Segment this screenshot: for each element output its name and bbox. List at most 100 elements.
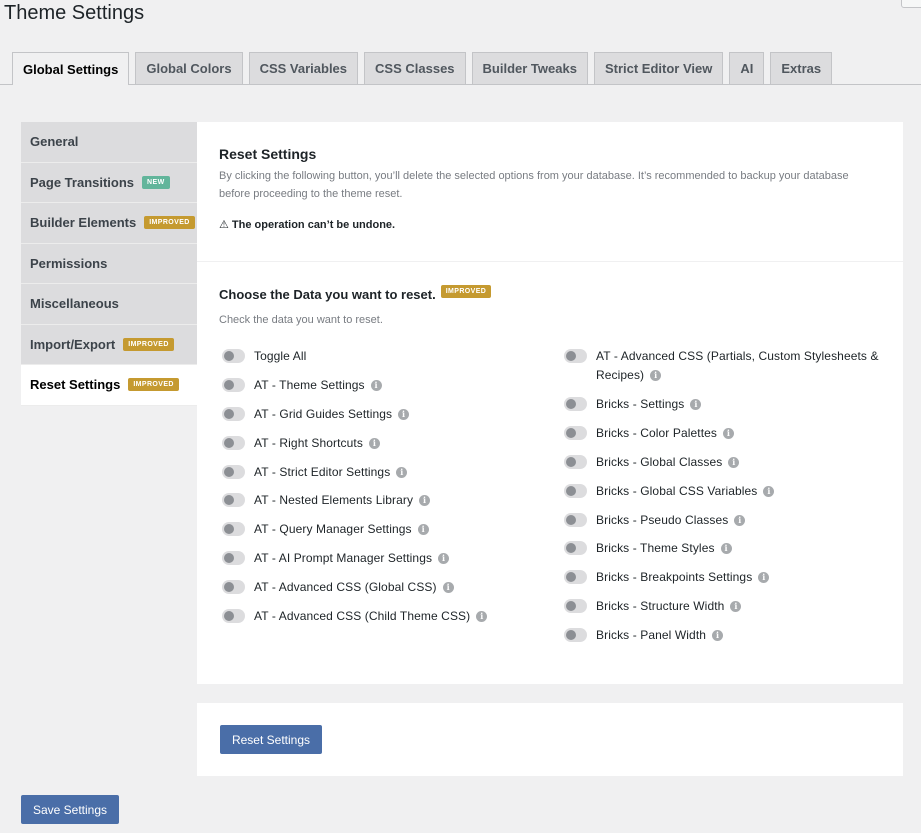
option-label-wrap: Bricks - Global CSS Variables i	[596, 482, 775, 501]
info-icon[interactable]: i	[734, 514, 746, 526]
save-settings-button[interactable]: Save Settings	[21, 795, 119, 824]
toggle-switch[interactable]	[564, 483, 587, 498]
info-icon[interactable]: i	[730, 601, 742, 613]
toggle-switch[interactable]	[222, 464, 245, 479]
toggle-switch[interactable]	[564, 570, 587, 585]
toggle-switch[interactable]	[222, 493, 245, 508]
tab-css-classes[interactable]: CSS Classes	[364, 52, 466, 84]
option-label-wrap: Bricks - Theme Styles i	[596, 539, 732, 558]
options-column-left: Toggle All AT - Theme Settings i AT - Grid …	[222, 349, 488, 638]
option-label-wrap: Bricks - Breakpoints Settings i	[596, 568, 770, 587]
option-label: Toggle All	[254, 349, 307, 363]
toggle-switch[interactable]	[222, 580, 245, 595]
option-label: Bricks - Color Palettes	[596, 425, 717, 440]
toggle-switch[interactable]	[222, 551, 245, 566]
option-label-wrap: AT - Grid Guides Settings i	[254, 405, 410, 424]
choose-subtitle: Check the data you want to reset.	[219, 314, 383, 326]
info-icon[interactable]: i	[723, 427, 734, 439]
toggle-switch[interactable]	[564, 541, 587, 556]
info-icon[interactable]: i	[398, 408, 410, 420]
toggle-switch[interactable]	[564, 512, 587, 527]
reset-title: Reset Settings	[219, 146, 317, 162]
toggle-switch[interactable]	[222, 377, 245, 392]
sidebar-item-miscellaneous[interactable]: Miscellaneous	[21, 284, 197, 325]
toggle-switch[interactable]	[564, 349, 587, 363]
reset-settings-button[interactable]: Reset Settings	[220, 725, 322, 754]
option-label: AT - Theme Settings	[254, 377, 365, 392]
toggle-switch[interactable]	[564, 599, 587, 614]
option-label: AT - Grid Guides Settings	[254, 406, 393, 421]
sidebar-item-import-export[interactable]: Import/Export IMPROVED	[21, 324, 197, 365]
reset-options-panel: Choose the Data you want to reset. IMPRO…	[197, 262, 903, 684]
tab-ai[interactable]: AI	[729, 52, 765, 84]
tab-global-settings[interactable]: Global Settings	[12, 52, 130, 85]
screen-options-toggle[interactable]	[901, 0, 921, 8]
option-label: Bricks - Breakpoints Settings	[596, 570, 753, 585]
toggle-switch[interactable]	[564, 397, 587, 411]
reset-option-row: Bricks - Structure Width i	[564, 599, 903, 628]
info-icon[interactable]: i	[438, 553, 450, 565]
option-label-wrap: AT - Advanced CSS (Global CSS) i	[254, 578, 454, 597]
option-label-wrap: Bricks - Global Classes i	[596, 453, 740, 472]
sidebar-item-label: Page Transitions	[30, 174, 135, 190]
info-icon[interactable]: i	[690, 399, 702, 410]
reset-option-row: Bricks - Breakpoints Settings i	[564, 570, 903, 599]
info-icon[interactable]: i	[763, 485, 775, 497]
sidebar-item-builder-elements[interactable]: Builder Elements IMPROVED	[21, 203, 197, 244]
info-icon[interactable]: i	[419, 495, 431, 507]
tab-extras[interactable]: Extras	[770, 52, 833, 84]
info-icon[interactable]: i	[758, 572, 770, 584]
tab-css-variables[interactable]: CSS Variables	[248, 52, 359, 84]
reset-option-row: AT - Right Shortcuts i	[222, 435, 487, 465]
sidebar-item-permissions[interactable]: Permissions	[21, 243, 197, 284]
option-label: Bricks - Pseudo Classes	[596, 512, 729, 527]
option-label-wrap: AT - Advanced CSS (Child Theme CSS) i	[254, 607, 488, 626]
info-icon[interactable]: i	[368, 437, 380, 449]
info-icon[interactable]: i	[476, 611, 488, 623]
tab-strict-editor-view[interactable]: Strict Editor View	[593, 52, 724, 84]
sidebar-item-reset-settings[interactable]: Reset Settings IMPROVED	[21, 365, 197, 406]
option-label: Bricks - Global Classes	[596, 454, 723, 469]
sidebar-item-label: Miscellaneous	[30, 296, 119, 312]
sidebar-item-label: Permissions	[30, 255, 108, 271]
sidebar-item-general[interactable]: General	[21, 122, 197, 163]
tab-global-colors[interactable]: Global Colors	[135, 52, 243, 84]
info-icon[interactable]: i	[728, 456, 740, 468]
options-column-right: AT - Advanced CSS (Partials, Custom Styl…	[564, 349, 903, 657]
new-badge: NEW	[142, 175, 170, 189]
toggle-switch[interactable]	[222, 406, 245, 421]
toggle-switch[interactable]	[222, 522, 245, 537]
reset-option-row: AT - Advanced CSS (Child Theme CSS) i	[222, 607, 488, 638]
reset-description: By clicking the following button, you’ll…	[219, 170, 849, 200]
tab-builder-tweaks[interactable]: Builder Tweaks	[471, 52, 588, 84]
reset-option-row: AT - Advanced CSS (Partials, Custom Styl…	[564, 349, 903, 397]
sidebar-item-page-transitions[interactable]: Page Transitions NEW	[21, 162, 197, 203]
reset-option-row: AT - Theme Settings i	[222, 377, 487, 407]
option-label: AT - Advanced CSS (Partials, Custom Styl…	[596, 349, 879, 382]
option-label-wrap: AT - Strict Editor Settings i	[254, 463, 408, 482]
toggle-switch[interactable]	[564, 425, 587, 440]
info-icon[interactable]: i	[442, 582, 454, 594]
info-icon[interactable]: i	[650, 370, 662, 381]
improved-badge: IMPROVED	[128, 378, 179, 392]
reset-option-row: AT - Grid Guides Settings i	[222, 405, 487, 436]
option-label: AT - Advanced CSS (Global CSS)	[254, 580, 437, 595]
option-label: AT - Strict Editor Settings	[254, 464, 391, 479]
reset-option-row: AT - Advanced CSS (Global CSS) i	[222, 580, 487, 609]
info-icon[interactable]: i	[370, 379, 382, 391]
info-icon[interactable]: i	[720, 543, 732, 555]
toggle-switch[interactable]	[564, 628, 587, 643]
info-icon[interactable]: i	[396, 466, 408, 478]
option-label-wrap: AT - Query Manager Settings i	[254, 520, 429, 539]
reset-action-panel: Reset Settings	[197, 703, 903, 776]
toggle-switch[interactable]	[222, 609, 245, 624]
sidebar-item-label: General	[30, 134, 79, 150]
option-label: AT - AI Prompt Manager Settings	[254, 551, 433, 566]
toggle-switch[interactable]	[222, 435, 245, 450]
toggle-switch[interactable]	[564, 454, 587, 469]
info-icon[interactable]: i	[712, 630, 724, 642]
option-label: AT - Right Shortcuts	[254, 435, 363, 450]
toggle-switch[interactable]	[222, 349, 245, 363]
info-icon[interactable]: i	[417, 524, 429, 536]
reset-option-row: AT - Query Manager Settings i	[222, 522, 487, 551]
